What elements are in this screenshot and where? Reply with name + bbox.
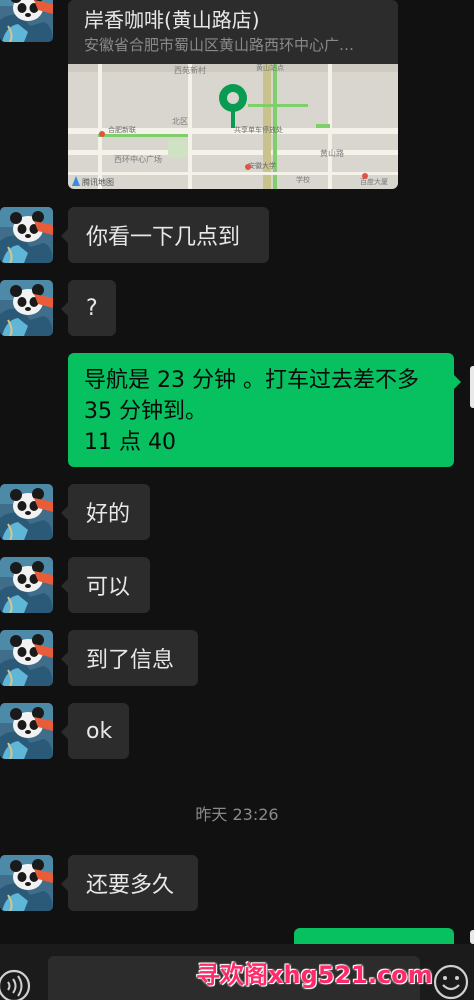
contact-avatar[interactable] (0, 703, 53, 759)
my-message-bubble[interactable]: 导航是 23 分钟 。打车过去差不多 35 分钟到。 11 点 40 (68, 353, 461, 467)
map-label: 北区 (172, 117, 188, 126)
map-label: 黄山路 (320, 148, 344, 158)
message-line: 35 分钟到。 (84, 399, 207, 424)
chat-timestamp: 昨天 23:26 (195, 805, 279, 824)
voice-icon[interactable] (0, 964, 34, 1000)
contact-avatar[interactable] (0, 484, 53, 540)
message-bubble[interactable]: ? (61, 280, 116, 336)
message-text: ok (86, 718, 113, 744)
map-label: 黄山站点 (256, 64, 284, 72)
contact-avatar[interactable] (0, 0, 53, 42)
emoji-icon[interactable] (432, 962, 470, 1000)
message-bubble[interactable]: 到了信息 (61, 630, 198, 686)
contact-avatar[interactable] (0, 207, 53, 263)
contact-avatar[interactable] (0, 557, 53, 613)
message-bubble[interactable]: 你看一下几点到 (61, 207, 269, 263)
location-map[interactable]: 西苑新村 黄山站点 北区 合肥新联 西环中心广场 共享单车停放处 安徽大学 黄山… (68, 64, 398, 189)
message-line: 11 点 40 (84, 430, 176, 455)
contact-avatar[interactable] (0, 280, 53, 336)
message-bubble[interactable]: 好的 (61, 484, 150, 540)
message-text: ? (86, 295, 98, 321)
contact-avatar[interactable] (0, 630, 53, 686)
svg-text:腾讯地图: 腾讯地图 (82, 177, 114, 187)
message-bubble[interactable]: 可以 (61, 557, 150, 613)
map-label: 西苑新村 (174, 65, 206, 75)
contact-avatar[interactable] (0, 855, 53, 911)
map-label: 安徽大学 (248, 161, 276, 170)
location-title: 岸香咖啡(黄山路店) (84, 8, 260, 32)
message-bubble[interactable]: ok (61, 703, 129, 759)
map-label: 学校 (296, 175, 310, 184)
map-label: 共享单车停放处 (234, 125, 283, 134)
watermark: 寻欢阁xhg521.com (196, 961, 433, 989)
map-label: 西环中心广场 (114, 154, 162, 164)
location-card[interactable]: 岸香咖啡(黄山路店) 安徽省合肥市蜀山区黄山路西环中心广… 西苑新村 黄山站点 … (68, 0, 398, 189)
message-text: 到了信息 (86, 648, 175, 673)
message-text: 可以 (86, 575, 131, 600)
message-bubble[interactable]: 还要多久 (61, 855, 198, 911)
message-line: 导航是 23 分钟 。打车过去差不多 (84, 368, 419, 393)
my-avatar-edge[interactable] (470, 930, 474, 944)
map-label: 合肥新联 (108, 125, 136, 134)
location-address: 安徽省合肥市蜀山区黄山路西环中心广… (84, 36, 355, 54)
my-avatar-edge[interactable] (470, 366, 474, 408)
message-text: 好的 (86, 502, 131, 527)
message-text: 你看一下几点到 (86, 225, 241, 250)
chat-screen: 岸香咖啡(黄山路店) 安徽省合肥市蜀山区黄山路西环中心广… 西苑新村 黄山站点 … (0, 0, 474, 1000)
message-text: 还要多久 (86, 873, 175, 898)
